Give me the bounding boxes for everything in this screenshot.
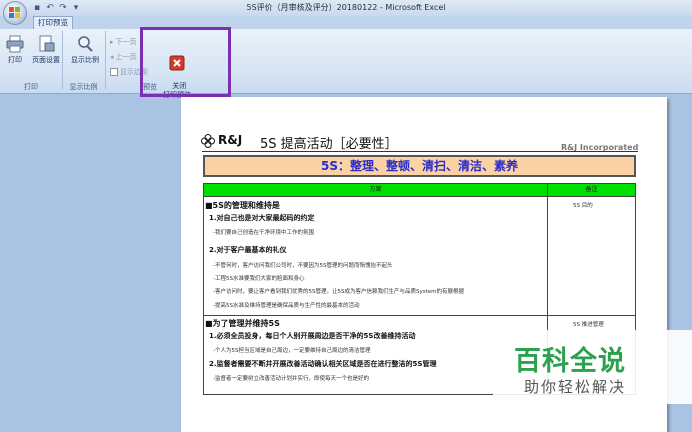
office-button[interactable] xyxy=(3,1,27,25)
5s-banner: 5S：整理、整顿、清扫、清洁、素养 xyxy=(203,155,636,177)
section-note: 5S 目的 xyxy=(573,203,593,209)
group-divider xyxy=(62,31,63,89)
page-setup-label: 页面设置 xyxy=(32,56,60,64)
group-label-print: 打印 xyxy=(24,83,38,91)
next-page-label: 下一页 xyxy=(115,38,137,46)
item-line: -提高5S水准及维持管理是确保品质与生产性的最基本的活动 xyxy=(213,303,360,309)
item-title: 1.对自己也是对大家最起码的约定 xyxy=(209,214,315,222)
item-title: 1.必须全员投身，每日个人别开展周边是否干净的5S改善维持活动 xyxy=(209,332,416,340)
page-title: 5S 提高活动［必要性］ xyxy=(260,137,398,152)
highlight-box xyxy=(140,27,231,97)
office-logo-icon xyxy=(9,7,20,18)
ribbon-tab-row xyxy=(0,16,692,29)
print-button[interactable]: 打印 xyxy=(4,35,26,65)
next-page-button[interactable]: ▸ 下一页 xyxy=(110,37,137,47)
prev-page-label: 上一页 xyxy=(115,53,137,61)
watermark-subtitle: 助你轻松解决 xyxy=(524,378,627,396)
item-line: -客户访问时，要让客户看到我们优秀的5S管理，让5S成为客户信赖我们生产与品质S… xyxy=(213,289,464,295)
item-line: -不管何时，客户访问我们公司时，不要因为5S管理的问题而惭愧抬不起头 xyxy=(213,263,393,269)
prev-page-button[interactable]: ◂ 上一页 xyxy=(110,52,137,62)
item-title: 2.监督者需要不断并开展改善活动确认相关区域是否在进行整洁的5S管理 xyxy=(209,360,437,368)
page-setup-button[interactable]: 页面设置 xyxy=(28,35,64,65)
item-line: -个人为5S担当区域是自己周边，一定要维持自己周边的清洁管理 xyxy=(213,348,371,354)
watermark-title: 百科全说 xyxy=(514,346,626,377)
header-rule xyxy=(202,151,638,152)
section-heading: ■为了管理并维持5S xyxy=(205,319,280,328)
page-setup-icon xyxy=(39,35,55,52)
window-title: 5S评价（月审核及评分）20180122 - Microsoft Excel xyxy=(246,3,446,12)
row-divider xyxy=(203,315,636,316)
clover-icon xyxy=(201,134,215,148)
zoom-label: 显示比例 xyxy=(71,56,99,64)
table-header-note: 备注 xyxy=(547,183,636,197)
item-line: -监督者一定要树立改善活动计划并实行，即使每天一个也是好的 xyxy=(213,376,369,382)
section-note: 5S 推进管理 xyxy=(573,322,604,328)
checkbox-icon xyxy=(110,68,118,76)
magnifier-icon xyxy=(78,36,93,52)
item-title: 2.对于客户最基本的礼仪 xyxy=(209,246,287,254)
next-page-icon: ▸ xyxy=(110,38,114,46)
item-line: -我们要自己创造在干净环境中工作的氛围 xyxy=(213,230,314,236)
prev-page-icon: ◂ xyxy=(110,53,114,61)
zoom-button[interactable]: 显示比例 xyxy=(67,35,103,65)
group-divider xyxy=(105,31,106,89)
section-heading: ■5S的管理和维持是 xyxy=(205,201,280,210)
print-button-label: 打印 xyxy=(8,56,22,64)
tab-print-preview[interactable]: 打印预览 xyxy=(33,16,73,29)
printer-icon xyxy=(6,35,24,53)
table-header-plan: 方案 xyxy=(203,183,548,197)
group-label-zoom: 显示比例 xyxy=(69,83,98,91)
company-logo-text: R&J xyxy=(218,133,243,147)
item-line: -工程5S水准要我们大家的脸面和身心 xyxy=(213,276,305,282)
